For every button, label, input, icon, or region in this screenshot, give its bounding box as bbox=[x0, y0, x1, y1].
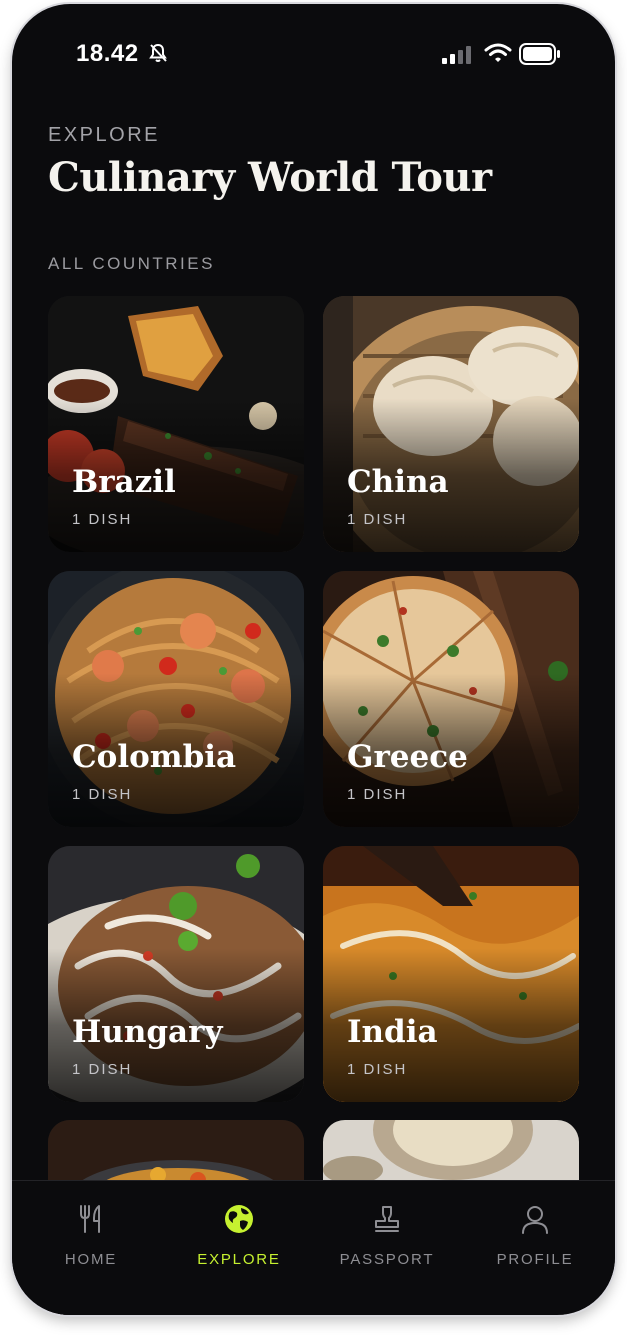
user-icon bbox=[522, 1206, 548, 1234]
country-name: China bbox=[347, 464, 449, 500]
dish-count: 1 DISH bbox=[72, 1061, 133, 1078]
bell-slash-icon bbox=[149, 43, 167, 62]
country-card-greece[interactable]: Greece 1 DISH bbox=[323, 571, 579, 827]
dish-count: 1 DISH bbox=[72, 511, 133, 528]
tab-explore[interactable]: EXPLORE bbox=[164, 1181, 314, 1281]
status-time: 18.42 bbox=[76, 40, 139, 67]
tab-label: HOME bbox=[64, 1251, 118, 1268]
signal-icon bbox=[442, 46, 471, 64]
wifi-icon bbox=[484, 43, 512, 62]
battery-icon bbox=[519, 43, 560, 65]
globe-icon bbox=[225, 1205, 253, 1233]
tab-label: EXPLORE bbox=[197, 1251, 281, 1268]
tab-label: PROFILE bbox=[496, 1251, 574, 1268]
tab-label: PASSPORT bbox=[339, 1251, 435, 1268]
country-name: Brazil bbox=[72, 464, 176, 500]
dish-count: 1 DISH bbox=[347, 511, 408, 528]
country-card-colombia[interactable]: Colombia 1 DISH bbox=[48, 571, 304, 827]
country-name: India bbox=[347, 1014, 438, 1050]
status-bar: 18.42 bbox=[12, 4, 615, 94]
country-name: Hungary bbox=[72, 1014, 223, 1050]
tab-passport[interactable]: PASSPORT bbox=[312, 1181, 462, 1281]
page-title: Culinary World Tour bbox=[48, 154, 492, 201]
country-card-brazil[interactable]: Brazil 1 DISH bbox=[48, 296, 304, 552]
tab-home[interactable]: HOME bbox=[16, 1181, 166, 1281]
country-card-hungary[interactable]: Hungary 1 DISH bbox=[48, 846, 304, 1102]
dish-count: 1 DISH bbox=[347, 786, 408, 803]
dish-count: 1 DISH bbox=[347, 1061, 408, 1078]
tab-bar: HOME EXPLORE PASSPORT PROFILE bbox=[12, 1180, 615, 1315]
country-name: Colombia bbox=[72, 739, 237, 775]
section-label: ALL COUNTRIES bbox=[48, 254, 215, 273]
page-eyebrow: EXPLORE bbox=[48, 124, 160, 146]
country-card-india[interactable]: India 1 DISH bbox=[323, 846, 579, 1102]
country-card-china[interactable]: China 1 DISH bbox=[323, 296, 579, 552]
country-name: Greece bbox=[347, 739, 468, 775]
dish-count: 1 DISH bbox=[72, 786, 133, 803]
tab-profile[interactable]: PROFILE bbox=[460, 1181, 610, 1281]
stamp-icon bbox=[375, 1206, 399, 1232]
fork-knife-icon bbox=[80, 1205, 100, 1233]
phone-frame: 18.42 EXPLORE Culinary World Tour ALL CO… bbox=[12, 4, 615, 1315]
